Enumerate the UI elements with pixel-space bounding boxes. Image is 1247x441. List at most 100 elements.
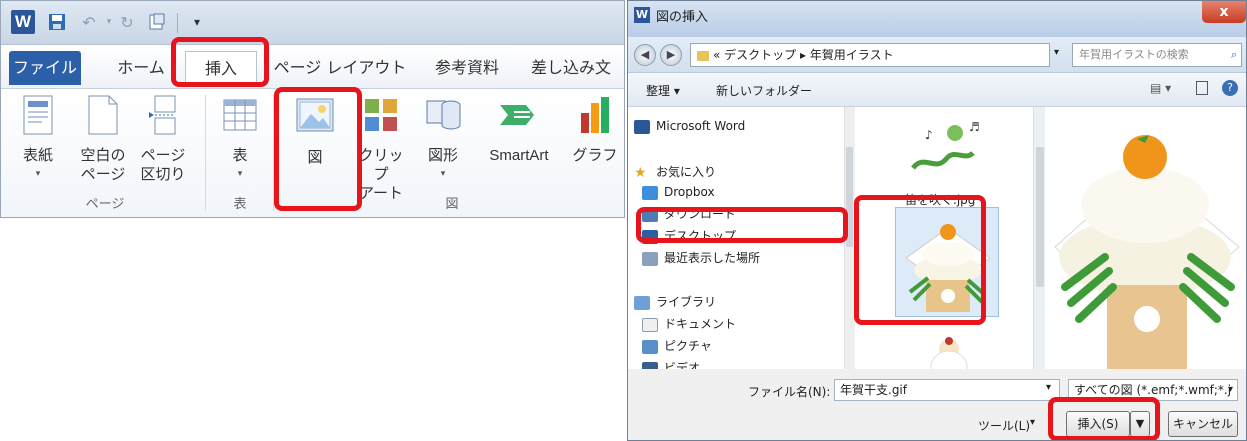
close-button[interactable]: x bbox=[1202, 1, 1246, 23]
blank-page-icon bbox=[77, 95, 129, 140]
cover-page-dropdown-icon: ▾ bbox=[35, 169, 41, 179]
nav-label: ライブラリ bbox=[656, 295, 717, 309]
cancel-button[interactable]: キャンセル bbox=[1168, 411, 1238, 437]
chart-button[interactable]: グラフ bbox=[565, 95, 624, 165]
group-separator bbox=[205, 95, 206, 211]
tools-dropdown-icon[interactable]: ▾ bbox=[1030, 417, 1035, 428]
smartart-label: SmartArt bbox=[489, 147, 549, 164]
address-path: « デスクトップ ▸ 年賀用イラスト bbox=[713, 48, 894, 62]
word-app-icon[interactable]: W bbox=[11, 10, 35, 34]
highlight-desktop-item bbox=[636, 207, 848, 243]
table-button[interactable]: 表 ▾ bbox=[215, 95, 265, 184]
organize-button[interactable]: 整理 ▾ bbox=[646, 82, 680, 99]
tab-file[interactable]: ファイル bbox=[9, 51, 81, 85]
redo-icon[interactable]: ↻ bbox=[115, 10, 139, 34]
file-thumbnail[interactable] bbox=[901, 327, 997, 369]
highlight-insert-tab bbox=[171, 37, 269, 87]
cover-page-icon bbox=[15, 95, 61, 140]
shapes-label: 図形 bbox=[427, 146, 458, 164]
word-icon: W bbox=[634, 7, 650, 23]
blank-page-button[interactable]: 空白の ページ bbox=[77, 95, 129, 184]
videos-icon bbox=[642, 361, 658, 369]
forward-icon[interactable]: ▶ bbox=[660, 44, 682, 66]
quick-access-toolbar: W ↶ ▾ ↻ ▾ bbox=[1, 1, 624, 45]
star-icon: ★ bbox=[634, 164, 647, 181]
filename-label: ファイル名(N): bbox=[748, 385, 831, 399]
back-icon[interactable]: ◀ bbox=[634, 44, 656, 66]
help-icon[interactable]: ? bbox=[1222, 80, 1238, 96]
preview-pane bbox=[1045, 107, 1246, 369]
nav-label: ビデオ bbox=[664, 361, 701, 369]
customize-qat-icon[interactable]: ▾ bbox=[185, 10, 209, 34]
save-icon[interactable] bbox=[45, 10, 69, 34]
tab-references[interactable]: 参考資料 bbox=[425, 51, 509, 85]
tab-home[interactable]: ホーム bbox=[105, 51, 177, 85]
nav-item-favorites[interactable]: ★ お気に入り bbox=[634, 161, 716, 183]
file-thumbnail[interactable]: ♬ ♪ bbox=[895, 113, 995, 183]
nav-item-dropbox[interactable]: Dropbox bbox=[642, 181, 715, 203]
smartart-button[interactable]: SmartArt bbox=[477, 95, 561, 165]
page-break-label-2: 区切り bbox=[140, 165, 186, 183]
svg-text:♪: ♪ bbox=[925, 128, 933, 142]
tab-mailings[interactable]: 差し込み文 bbox=[531, 51, 624, 85]
insert-picture-dialog: W 図の挿入 x ◀ ▶ « デスクトップ ▸ 年賀用イラスト ▾ 年賀用イラス… bbox=[627, 0, 1247, 441]
page-break-button[interactable]: ページ 区切り bbox=[137, 95, 189, 184]
word-icon bbox=[634, 119, 650, 134]
dialog-title: 図の挿入 bbox=[656, 10, 709, 25]
nav-item-libraries[interactable]: ライブラリ bbox=[634, 291, 716, 313]
tools-button[interactable]: ツール(L) bbox=[978, 417, 1030, 434]
print-layout-icon[interactable] bbox=[145, 10, 169, 34]
nav-label: ドキュメント bbox=[664, 317, 737, 331]
command-bar: 整理 ▾ 新しいフォルダー ▤ ▾ ? bbox=[628, 73, 1246, 107]
nav-label: Dropbox bbox=[664, 185, 715, 199]
qat-separator bbox=[177, 13, 178, 33]
search-icon: ⌕ bbox=[1230, 48, 1237, 61]
table-icon bbox=[215, 95, 265, 140]
folder-icon bbox=[697, 50, 709, 61]
pictures-icon bbox=[642, 339, 658, 354]
shapes-dropdown-icon: ▾ bbox=[440, 169, 446, 179]
file-type-label: すべての図 (*.emf;*.wmf;*.j bbox=[1074, 383, 1232, 397]
dialog-title-bar: W 図の挿入 x bbox=[628, 1, 1246, 37]
cover-page-button[interactable]: 表紙 ▾ bbox=[15, 95, 61, 184]
address-bar-area: ◀ ▶ « デスクトップ ▸ 年賀用イラスト ▾ 年賀用イラストの検索 ⌕ bbox=[628, 37, 1246, 73]
library-icon bbox=[634, 295, 650, 310]
search-input[interactable]: 年賀用イラストの検索 ⌕ bbox=[1072, 43, 1242, 67]
blank-page-label-2: ページ bbox=[80, 165, 126, 183]
nav-item-documents[interactable]: ドキュメント bbox=[642, 313, 736, 335]
filename-dropdown-icon[interactable]: ▾ bbox=[1046, 382, 1051, 393]
highlight-picture-button bbox=[274, 87, 362, 211]
svg-text:♬: ♬ bbox=[969, 120, 980, 134]
shapes-button[interactable]: 図形 ▾ bbox=[417, 95, 469, 184]
nav-item-word[interactable]: Microsoft Word bbox=[634, 115, 745, 137]
recent-places-icon bbox=[642, 251, 658, 266]
highlight-insert-button bbox=[1048, 397, 1160, 440]
nav-label: ピクチャ bbox=[664, 339, 712, 353]
nav-item-pictures[interactable]: ピクチャ bbox=[642, 335, 712, 357]
nav-item-recent[interactable]: 最近表示した場所 bbox=[642, 247, 760, 269]
pages-group-label: ページ bbox=[85, 197, 125, 212]
tab-page-layout[interactable]: ページ レイアウト bbox=[273, 51, 407, 85]
address-bar[interactable]: « デスクトップ ▸ 年賀用イラスト bbox=[690, 43, 1050, 67]
shapes-icon bbox=[417, 95, 469, 140]
nav-label: お気に入り bbox=[656, 165, 717, 179]
document-icon bbox=[642, 317, 658, 332]
filename-input[interactable]: 年賀干支.gif bbox=[834, 379, 1060, 401]
view-options-icon[interactable]: ▤ ▾ bbox=[1150, 81, 1171, 95]
address-dropdown-icon[interactable]: ▾ bbox=[1054, 47, 1059, 58]
file-list-scrollbar[interactable] bbox=[1033, 107, 1045, 369]
dropbox-icon bbox=[642, 185, 658, 200]
blank-page-label-1: 空白の bbox=[80, 146, 126, 164]
highlight-selected-file bbox=[854, 195, 986, 325]
search-placeholder: 年賀用イラストの検索 bbox=[1079, 48, 1189, 61]
table-label: 表 bbox=[232, 146, 248, 164]
smartart-icon bbox=[477, 95, 561, 140]
preview-pane-icon[interactable] bbox=[1196, 81, 1208, 95]
cover-page-label: 表紙 bbox=[22, 146, 53, 164]
page-break-icon bbox=[137, 95, 189, 140]
new-folder-button[interactable]: 新しいフォルダー bbox=[716, 82, 812, 99]
kagami-mochi-preview bbox=[1054, 135, 1240, 369]
file-list-scrollbar-thumb[interactable] bbox=[1036, 147, 1044, 287]
word-ribbon: W ↶ ▾ ↻ ▾ ファイル ホーム 挿入 ページ レイアウト 参考資料 差し込… bbox=[0, 0, 625, 218]
nav-item-videos[interactable]: ビデオ bbox=[642, 357, 700, 369]
